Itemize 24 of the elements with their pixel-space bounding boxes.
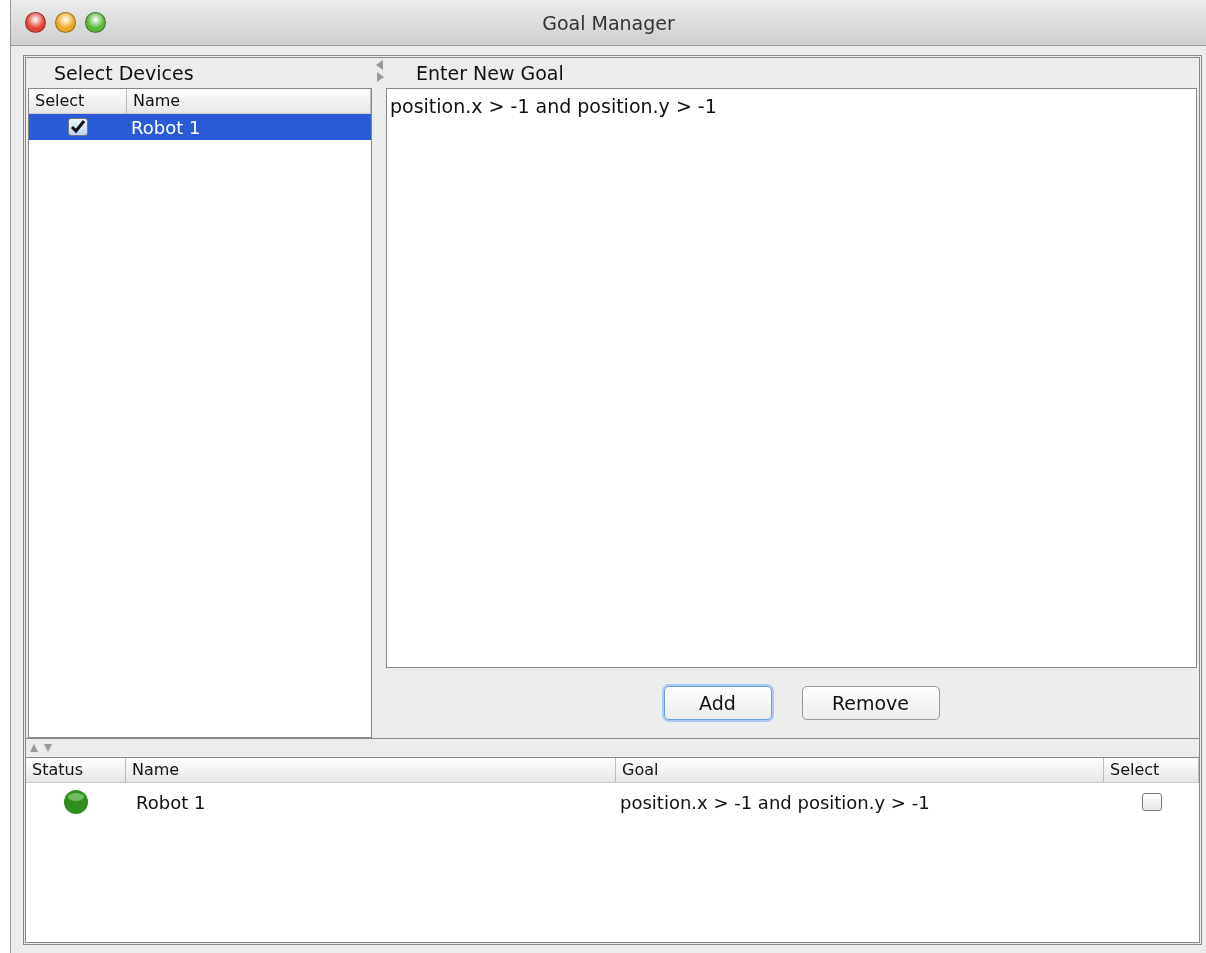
add-button[interactable]: Add: [663, 686, 772, 720]
checkbox[interactable]: [68, 118, 88, 136]
column-header[interactable]: Goal: [616, 758, 1104, 782]
close-button[interactable]: [25, 12, 46, 33]
column-header[interactable]: Name: [126, 758, 616, 782]
column-header[interactable]: Select: [29, 89, 127, 113]
expand-right-icon[interactable]: [376, 72, 384, 82]
column-header[interactable]: Status: [26, 758, 126, 782]
table-cell-text: Robot 1: [130, 116, 202, 138]
column-header[interactable]: Select: [1104, 758, 1199, 782]
remove-button[interactable]: Remove: [801, 686, 940, 720]
goal-input-field[interactable]: position.x > -1 and position.y > -1: [386, 88, 1197, 668]
collapse-left-icon[interactable]: [376, 60, 384, 70]
section-title: Select Devices: [53, 61, 195, 86]
window-title: Goal Manager: [542, 11, 675, 34]
table-cell-text: position.x > -1 and position.y > -1: [619, 791, 931, 813]
split-arrows-icon[interactable]: [30, 743, 54, 753]
minimize-button[interactable]: [55, 12, 76, 33]
device-row[interactable]: Robot 1: [29, 114, 371, 140]
section-title: Enter New Goal: [415, 61, 565, 86]
checkbox[interactable]: [1141, 793, 1162, 811]
table-cell-text: Robot 1: [135, 791, 207, 813]
zoom-button[interactable]: [85, 12, 106, 33]
column-header[interactable]: Name: [127, 89, 371, 113]
